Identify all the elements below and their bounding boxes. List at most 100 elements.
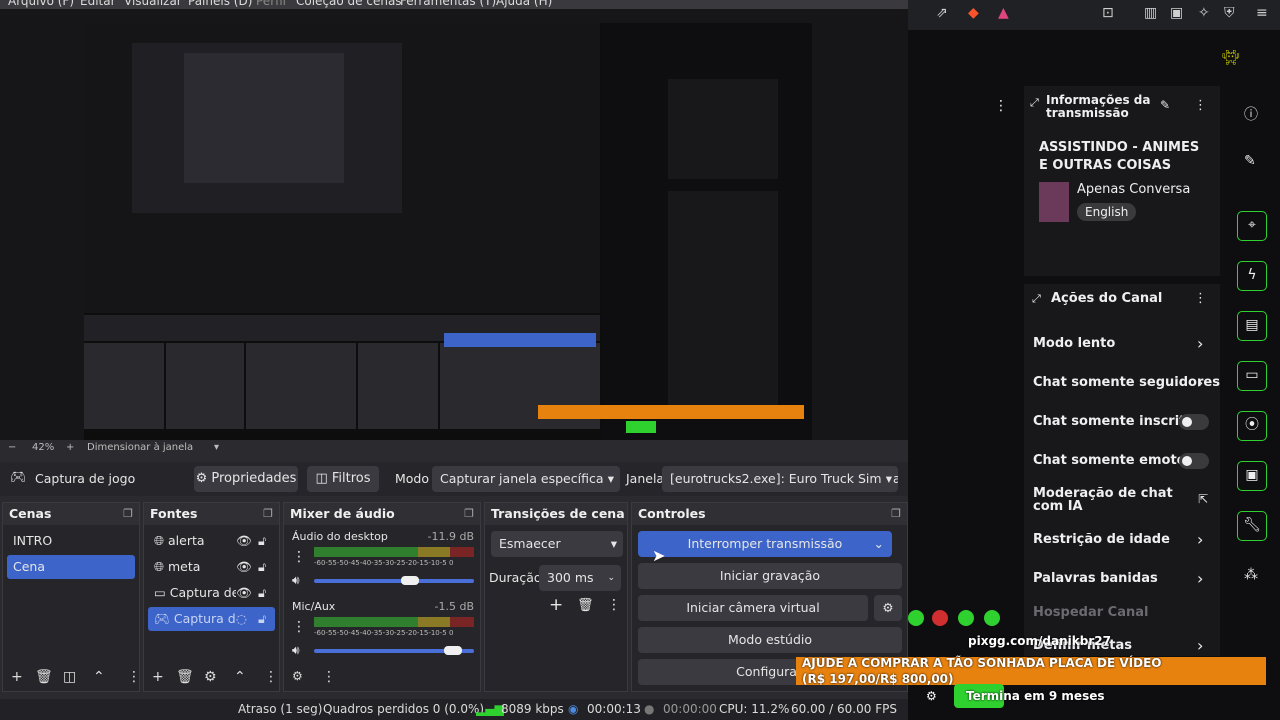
undock-icon[interactable]: ❐ — [464, 503, 474, 525]
lock-icon[interactable]: 🔓︎ — [258, 529, 266, 553]
chevron-up-icon[interactable]: ⌃ — [93, 669, 105, 685]
external-link-icon[interactable]: ⇱ — [1198, 492, 1208, 506]
duration-input[interactable]: 300 ms ⌃ ⌄ — [539, 565, 621, 591]
eye-hidden-icon[interactable]: ◌ — [236, 607, 247, 631]
sidebar-icon[interactable]: ▥ — [1144, 5, 1157, 21]
trash-icon[interactable]: 🗑︎ — [176, 669, 194, 685]
action-banned-words[interactable]: Palavras banidas — [1033, 571, 1158, 586]
rail-tools-button[interactable]: 🔧︎ — [1237, 511, 1267, 541]
chevron-right-icon[interactable]: › — [1197, 373, 1203, 392]
more-icon[interactable]: ⋮ — [1194, 98, 1207, 113]
more-icon[interactable]: ⋮ — [292, 549, 306, 565]
undock-icon[interactable]: ❐ — [123, 503, 133, 525]
rail-lightning-button[interactable]: ϟ — [1237, 261, 1267, 291]
wallet-icon[interactable]: ▣ — [1170, 5, 1183, 21]
eye-icon[interactable]: 👁︎ — [236, 555, 252, 579]
more-icon[interactable]: ⋮ — [322, 669, 336, 685]
eye-icon[interactable]: 👁︎ — [236, 581, 252, 605]
chevron-down-icon[interactable]: ▾ — [214, 442, 219, 453]
rewards-icon[interactable]: ▲ — [998, 5, 1009, 21]
expand-icon[interactable]: ⤢ — [1030, 96, 1039, 110]
menu-view[interactable]: Visualizar — [124, 0, 182, 8]
virtual-camera-settings-button[interactable]: ⚙ — [874, 595, 902, 621]
eye-icon[interactable]: 👁︎ — [236, 529, 252, 553]
source-item[interactable]: ▭ Captura de 👁︎ 🔓︎ — [148, 581, 275, 605]
rail-crosshair-button[interactable]: ⌖ — [1237, 211, 1267, 241]
start-virtual-camera-button[interactable]: Iniciar câmera virtual — [638, 595, 868, 621]
lock-icon[interactable]: 🔓︎ — [258, 607, 266, 631]
pencil-icon[interactable]: ✎ — [1160, 98, 1170, 112]
resize-to-window[interactable]: Dimensionar à janela — [87, 442, 193, 453]
more-icon[interactable]: ⋮ — [607, 597, 621, 613]
menu-docks[interactable]: Painéis (D) — [188, 0, 252, 8]
chevron-down-icon[interactable]: ⌄ — [874, 531, 884, 557]
brave-shield-icon[interactable]: ◆ — [968, 5, 979, 21]
start-recording-button[interactable]: Iniciar gravação — [638, 563, 902, 589]
more-icon[interactable]: ⋮ — [292, 619, 306, 635]
menu-edit[interactable]: Editar — [80, 0, 116, 8]
filters-button[interactable]: ◫ Filtros — [307, 466, 379, 492]
pencil-icon[interactable]: ✎ — [1244, 153, 1256, 169]
menu-help[interactable]: Ajuda (H) — [496, 0, 552, 8]
menu-tools[interactable]: Ferramentas (T) — [400, 0, 496, 8]
mode-select[interactable]: Capturar janela específica ▾ — [432, 466, 620, 492]
source-item-selected[interactable]: 🎮︎ Captura de ◌ 🔓︎ — [148, 607, 275, 631]
gears-icon[interactable]: ⚙ — [292, 669, 303, 683]
plus-icon[interactable]: + — [11, 669, 23, 685]
action-slow-mode[interactable]: Modo lento — [1033, 336, 1115, 351]
more-icon[interactable]: ⋮ — [994, 98, 1008, 114]
more-icon[interactable]: ⋮ — [264, 669, 278, 685]
action-followers-only[interactable]: Chat somente seguidores — [1033, 375, 1220, 390]
transition-select[interactable]: Esmaecer ▾ — [491, 531, 623, 557]
leo-icon[interactable]: ✧ — [1198, 5, 1210, 21]
chevron-right-icon[interactable]: › — [1197, 636, 1203, 655]
undock-icon[interactable]: ❐ — [891, 503, 901, 525]
extensions-icon[interactable]: ⁂ — [1244, 567, 1258, 583]
share-icon[interactable]: ⇗ — [936, 5, 948, 21]
minus-icon[interactable]: − — [8, 442, 16, 453]
rail-broadcast-button[interactable]: ⦿ — [1237, 411, 1267, 441]
volume-knob[interactable] — [444, 646, 462, 655]
trash-icon[interactable]: 🗑︎ — [35, 669, 53, 685]
screenshot-icon[interactable]: ⊡ — [1102, 5, 1114, 21]
source-item[interactable]: 🌐︎ alerta 👁︎ 🔓︎ — [148, 529, 275, 553]
expand-icon[interactable]: ⤢ — [1032, 292, 1041, 306]
rail-notes-button[interactable]: ▤ — [1237, 311, 1267, 341]
scene-item[interactable]: INTRO — [7, 529, 135, 553]
chevron-right-icon[interactable]: › — [1197, 569, 1203, 588]
chevron-right-icon[interactable]: › — [1197, 334, 1203, 353]
gear-icon[interactable]: ⚙ — [204, 669, 217, 685]
menu-icon[interactable]: ≡ — [1256, 5, 1268, 21]
plus-icon[interactable]: + — [66, 442, 74, 453]
volume-slider[interactable] — [314, 579, 474, 583]
trash-icon[interactable]: 🗑︎ — [577, 598, 594, 613]
vpn-icon[interactable]: ⛨ — [1224, 5, 1235, 21]
language-tag[interactable]: English — [1077, 203, 1137, 221]
more-icon[interactable]: ⋮ — [127, 669, 141, 685]
lock-icon[interactable]: 🔓︎ — [258, 581, 266, 605]
studio-mode-button[interactable]: Modo estúdio — [638, 627, 902, 653]
action-ai-moderation[interactable]: Moderação de chat com IA — [1033, 487, 1203, 513]
preview-area[interactable] — [0, 9, 908, 443]
emote-only-toggle[interactable] — [1179, 453, 1209, 469]
rail-video-button[interactable]: ▣ — [1237, 461, 1267, 491]
speaker-icon[interactable]: 🔊︎ — [292, 573, 300, 588]
scene-item-selected[interactable]: Cena — [7, 555, 135, 579]
action-age-restriction[interactable]: Restrição de idade — [1033, 532, 1170, 547]
more-icon[interactable]: ⋮ — [1194, 291, 1207, 306]
category-name[interactable]: Apenas Conversa — [1077, 182, 1190, 197]
plus-icon[interactable]: + — [152, 669, 164, 685]
properties-button[interactable]: ⚙ Propriedades — [194, 466, 298, 492]
chevron-right-icon[interactable]: › — [1197, 530, 1203, 549]
menu-profile[interactable]: Perfil — [256, 0, 286, 8]
chevron-up-icon[interactable]: ⌃ — [234, 669, 246, 685]
stop-streaming-button[interactable]: Interromper transmissão ⌄ — [638, 531, 892, 557]
info-icon[interactable]: ⓘ — [1244, 104, 1258, 124]
menu-scene-collection[interactable]: Coleção de cenas — [296, 0, 402, 8]
window-select[interactable]: [eurotrucks2.exe]: Euro Truck Simulato ▾ — [662, 466, 898, 492]
plus-icon[interactable]: + — [549, 595, 563, 615]
menu-file[interactable]: Arquivo (F) — [8, 0, 74, 8]
lock-icon[interactable]: 🔓︎ — [258, 555, 266, 579]
stepper-icon[interactable]: ⌃ ⌄ — [607, 565, 615, 584]
filter-icon[interactable]: ◫ — [63, 669, 76, 685]
